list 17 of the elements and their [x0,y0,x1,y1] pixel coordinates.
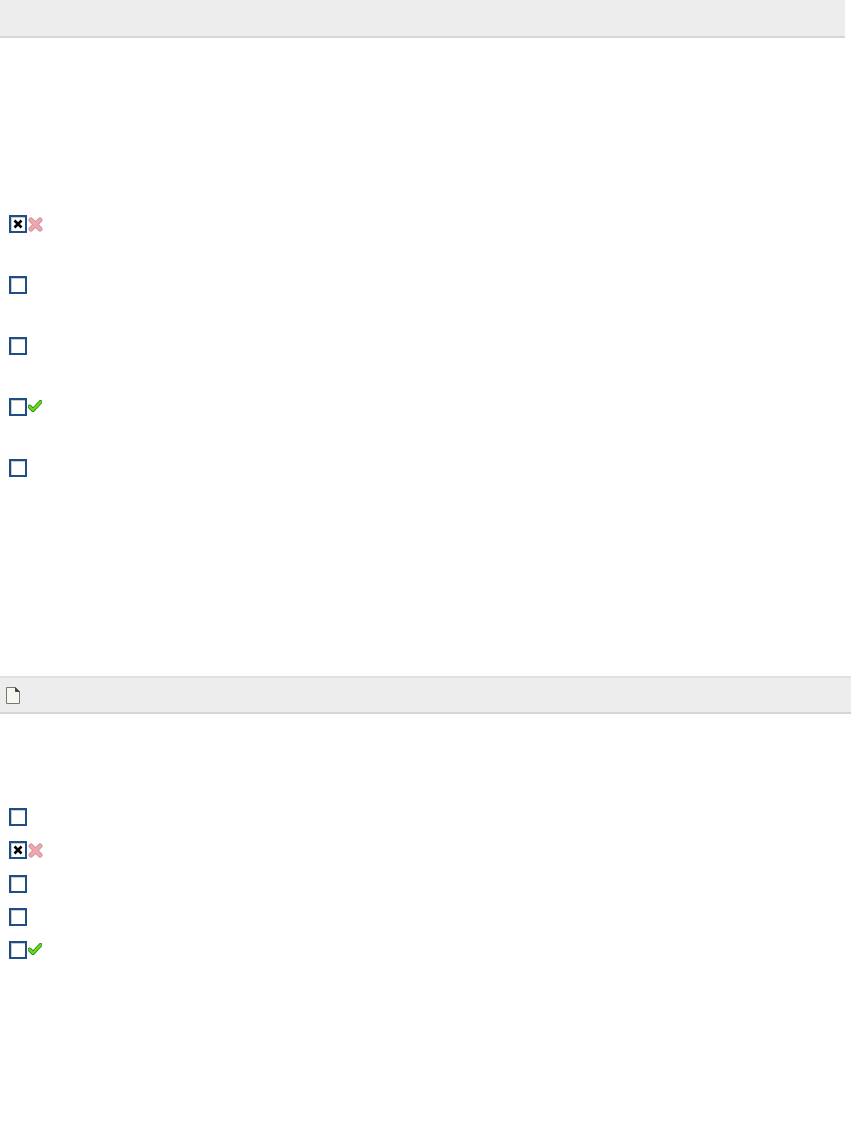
cross-icon [28,843,43,859]
checkbox[interactable] [9,398,27,416]
checkmark-icon [28,400,42,412]
checkbox[interactable] [9,841,27,860]
checkbox[interactable] [9,874,27,893]
x-mark-icon [13,219,23,229]
checkmark-icon [28,943,42,956]
checkbox[interactable] [9,808,27,826]
document-icon [6,686,20,704]
cross-icon [28,217,43,232]
checkbox[interactable] [9,337,27,355]
checkbox[interactable] [9,459,27,477]
checkbox[interactable] [9,215,27,233]
x-mark-icon [13,845,23,856]
checkbox[interactable] [9,941,27,960]
checkbox[interactable] [9,907,27,926]
checkbox[interactable] [9,276,27,294]
